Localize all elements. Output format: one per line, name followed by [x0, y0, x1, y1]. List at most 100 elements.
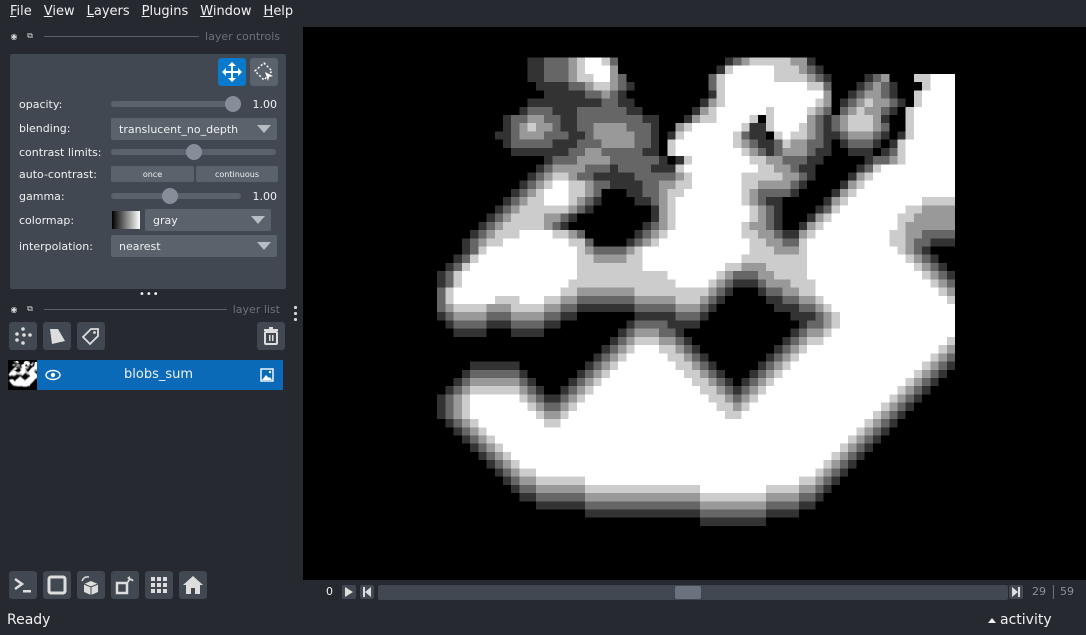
frame-slider-track[interactable] [378, 585, 1008, 600]
labels-tag-icon [81, 328, 99, 346]
interpolation-dropdown[interactable]: nearest [111, 235, 277, 257]
layer-controls-header: ◉ ⧉ layer controls [8, 29, 281, 43]
transpose-icon [115, 576, 134, 595]
splitter-handle[interactable]: ••• [139, 290, 160, 300]
header-divider [44, 308, 227, 310]
menu-bar: File View Layers Plugins Window Help [0, 0, 1086, 24]
layer-list-header: ◉ ⧉ layer list [8, 302, 281, 316]
layer-name: blobs_sum [124, 367, 194, 382]
opacity-slider[interactable] [111, 96, 241, 112]
blending-value: translucent_no_depth [119, 122, 239, 136]
undock-icon[interactable]: ⧉ [24, 304, 36, 314]
chevron-down-icon [257, 242, 271, 250]
move-arrows-icon [222, 62, 242, 82]
menu-plugins-label: lugins [149, 4, 189, 19]
colormap-label: colormap: [19, 213, 75, 227]
new-labels-layer-button[interactable] [77, 322, 105, 350]
dims-slider-bar: 0 29 59 [303, 580, 1086, 604]
viewer-canvas[interactable] [303, 27, 1086, 580]
gamma-slider[interactable] [111, 188, 241, 204]
skip-forward-icon [1012, 587, 1020, 597]
transform-mode-button[interactable] [250, 58, 278, 86]
last-frame-button[interactable] [1009, 585, 1023, 599]
menu-file-label: ile [16, 4, 32, 19]
auto-contrast-once-button[interactable]: once [111, 166, 194, 182]
contrast-limits-slider[interactable] [111, 144, 276, 160]
layer-bar[interactable]: blobs_sum [37, 360, 283, 390]
menu-layers-label: ayers [93, 4, 130, 19]
points-icon [15, 327, 32, 345]
contrast-limits-thumb[interactable] [185, 144, 202, 160]
pan-zoom-mode-button[interactable] [218, 58, 246, 86]
gamma-slider-thumb[interactable] [162, 188, 179, 204]
opacity-row: opacity: 1.00 [19, 94, 277, 114]
auto-contrast-continuous-button[interactable]: continuous [196, 166, 278, 182]
trash-icon [264, 327, 278, 345]
menu-help-label: elp [273, 4, 294, 19]
new-points-layer-button[interactable] [9, 322, 37, 350]
menu-window-mnemonic: W [200, 4, 213, 19]
opacity-slider-thumb[interactable] [225, 96, 241, 112]
axis-label: 0 [326, 585, 333, 598]
layer-item-blobs-sum[interactable]: blobs_sum [8, 360, 283, 390]
menu-file[interactable]: File [4, 0, 38, 24]
menu-window-label: indow [212, 4, 252, 19]
menu-window[interactable]: Window [194, 0, 257, 24]
frame-separator [1053, 585, 1054, 599]
status-message: Ready [7, 612, 51, 628]
layer-controls-title: layer controls [205, 29, 280, 43]
menu-help-mnemonic: H [263, 4, 274, 19]
menu-plugins[interactable]: Plugins [136, 0, 195, 24]
reset-view-button[interactable] [179, 571, 207, 599]
cube-rotate-icon [81, 576, 99, 595]
menu-plugins-mnemonic: P [141, 4, 150, 19]
opacity-value: 1.00 [252, 97, 278, 111]
roll-dims-button[interactable] [77, 571, 105, 599]
terminal-icon [14, 577, 31, 593]
play-button[interactable] [342, 585, 356, 599]
toggle-ndisplay-button[interactable] [43, 571, 71, 599]
colormap-dropdown[interactable]: gray [145, 209, 271, 231]
current-frame[interactable]: 29 [1032, 585, 1046, 598]
colormap-value: gray [153, 213, 178, 227]
menu-layers[interactable]: Layers [81, 0, 136, 24]
square-icon [47, 575, 67, 595]
transpose-dims-button[interactable] [111, 571, 139, 599]
float-dock-icon[interactable]: ◉ [8, 32, 20, 41]
caret-up-icon [988, 617, 996, 623]
menu-view[interactable]: View [38, 0, 81, 24]
float-dock-icon[interactable]: ◉ [8, 305, 20, 314]
skip-back-icon [363, 587, 371, 597]
image-icon [260, 368, 274, 382]
activity-label: activity [1000, 612, 1052, 628]
colormap-preview [112, 211, 140, 229]
delete-layer-button[interactable] [257, 322, 285, 350]
console-button[interactable] [9, 571, 37, 599]
first-frame-button[interactable] [360, 585, 374, 599]
layer-list-title: layer list [232, 302, 280, 316]
gamma-label: gamma: [19, 189, 65, 203]
menu-help[interactable]: Help [258, 0, 300, 24]
opacity-label: opacity: [19, 97, 63, 111]
new-shapes-layer-button[interactable] [43, 322, 71, 350]
select-transform-icon [253, 61, 274, 82]
layer-controls-panel: opacity: 1.00 blending: translucent_no_d… [10, 54, 286, 289]
layer-thumbnail [8, 360, 37, 390]
more-options-icon[interactable] [294, 306, 298, 324]
undock-icon[interactable]: ⧉ [24, 31, 36, 41]
play-icon [345, 587, 353, 597]
eye-visibility-icon[interactable] [45, 369, 61, 381]
image-layer-render [429, 41, 955, 567]
contrast-limits-row: contrast limits: [19, 142, 277, 162]
blending-dropdown[interactable]: translucent_no_depth [111, 118, 277, 140]
menu-view-label: iew [52, 4, 75, 19]
shapes-icon [50, 329, 65, 344]
chevron-down-icon [257, 125, 271, 133]
interpolation-value: nearest [119, 239, 161, 253]
gamma-row: gamma: 1.00 [19, 186, 277, 206]
gamma-value: 1.00 [252, 189, 278, 203]
frame-slider-handle[interactable] [674, 586, 701, 599]
auto-contrast-label: auto-contrast: [19, 167, 98, 181]
grid-mode-button[interactable] [145, 571, 173, 599]
activity-toggle[interactable]: activity [988, 612, 1052, 628]
